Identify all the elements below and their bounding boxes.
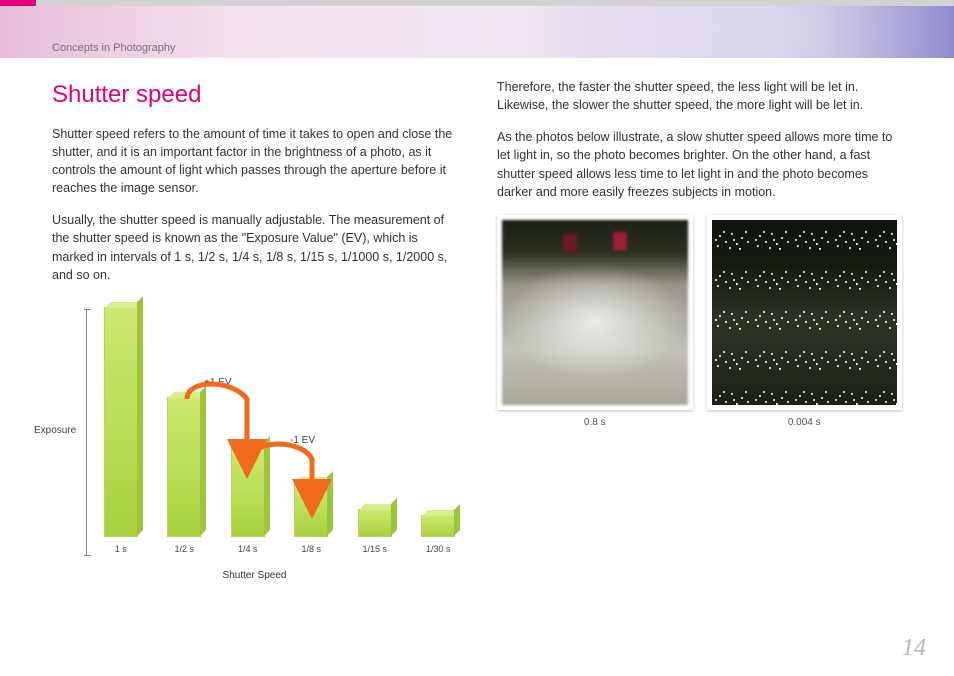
chart-y-label: Exposure (34, 424, 76, 439)
content-area: Shutter speed Shutter speed refers to th… (0, 58, 954, 594)
photo-slow-caption: 0.8 s (497, 416, 693, 431)
section-label: Concepts in Photography (52, 42, 176, 54)
bar-label-2: 1/4 s (238, 543, 258, 556)
photo-fast-caption: 0.004 s (707, 416, 903, 431)
photo-col-fast: 0.004 s (707, 215, 903, 431)
left-column: Shutter speed Shutter speed refers to th… (52, 78, 457, 594)
annotation-minus-1-ev: -1 EV (290, 434, 315, 449)
bar-5 (421, 515, 455, 537)
bar-col-4: 1/15 s (356, 509, 394, 556)
exposure-chart: Exposure 1 s 1/2 s 1/4 s 1/8 s (52, 304, 457, 594)
photo-col-slow: 0.8 s (497, 215, 693, 431)
bar-col-2: 1/4 s (229, 447, 267, 556)
bar-1 (167, 397, 201, 537)
example-photos: 0.8 s 0.004 s (497, 215, 902, 431)
right-column: Therefore, the faster the shutter speed,… (497, 78, 902, 594)
right-paragraph-1: Therefore, the faster the shutter speed,… (497, 78, 902, 114)
annotation-plus-1-ev: +1 EV (204, 376, 232, 391)
bar-label-4: 1/15 s (362, 543, 387, 556)
intro-paragraph-2: Usually, the shutter speed is manually a… (52, 211, 457, 284)
photo-slow-shutter (497, 215, 693, 411)
bar-0 (104, 307, 138, 537)
bar-col-0: 1 s (102, 307, 140, 556)
bar-label-1: 1/2 s (174, 543, 194, 556)
bar-2 (231, 447, 265, 537)
bar-label-5: 1/30 s (426, 543, 451, 556)
photo-fast-image (712, 220, 898, 406)
bar-col-5: 1/30 s (420, 515, 458, 556)
page-title: Shutter speed (52, 78, 457, 113)
bar-label-0: 1 s (115, 543, 127, 556)
bar-4 (358, 509, 392, 537)
chart-bars: 1 s 1/2 s 1/4 s 1/8 s 1/15 s (102, 316, 457, 556)
header-gradient: Concepts in Photography (0, 6, 954, 58)
bar-3 (294, 482, 328, 537)
intro-paragraph-1: Shutter speed refers to the amount of ti… (52, 125, 457, 198)
page-number: 14 (902, 635, 926, 662)
right-paragraph-2: As the photos below illustrate, a slow s… (497, 128, 902, 201)
photo-slow-image (502, 220, 688, 406)
photo-fast-shutter (707, 215, 903, 411)
chart-x-label: Shutter Speed (223, 569, 287, 584)
bar-col-1: 1/2 s (166, 397, 204, 556)
chart-y-axis-line (86, 309, 87, 556)
bar-label-3: 1/8 s (301, 543, 321, 556)
bar-col-3: 1/8 s (293, 482, 331, 556)
